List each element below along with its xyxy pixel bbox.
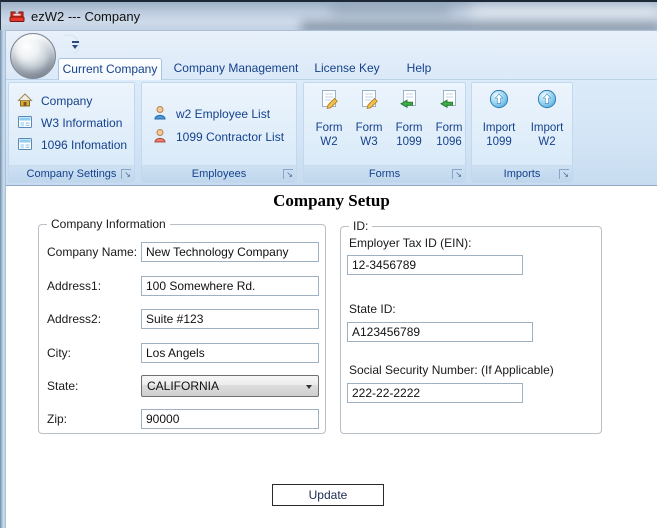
tab-license-key[interactable]: License Key [313,57,381,79]
ssn-label: Social Security Number: (If Applicable) [349,363,554,377]
group-label: Imports [503,168,541,180]
update-button[interactable]: Update [272,484,384,506]
application-orb-icon[interactable] [10,33,56,79]
ribbon-item-w2-employee-list[interactable]: w2 Employee List [152,104,270,124]
ribbon: Current Company Company Management Licen… [6,30,657,186]
content-area: Company Setup Company Information Compan… [6,186,657,528]
id-groupbox: ID: Employer Tax ID (EIN): State ID: Soc… [340,219,602,434]
city-input[interactable] [141,343,319,363]
ribbon-band: Company W3 Information 1096 Infomation C… [6,79,657,186]
person-red-icon [152,128,168,147]
ribbon-item-form-w2[interactable]: Form W2 [310,85,348,148]
ribbon-item-label: 1096 Infomation [41,138,128,152]
zip-input[interactable] [141,409,319,429]
group-label: Company Settings [26,168,117,180]
document-import-icon [390,89,428,114]
page-title: Company Setup [273,191,390,210]
state-select-value: CALIFORNIA [147,379,220,393]
ribbon-item-label: Form 1096 [435,121,463,148]
titlebar-glass-blur [331,3,451,15]
dialog-launcher-icon[interactable] [283,169,293,179]
group-label: Forms [368,168,401,180]
group-employees: w2 Employee List 1099 Contractor List Em… [141,82,297,183]
ribbon-item-label: W3 Information [41,116,123,130]
tab-help[interactable]: Help [400,57,438,79]
group-forms: Form W2 Form W3 Form 1099 Form 1096 Form… [303,82,466,183]
ribbon-item-form-1099[interactable]: Form 1099 [390,85,428,148]
state-select[interactable]: CALIFORNIA [141,375,319,397]
document-edit-icon [350,89,388,114]
document-edit-icon [310,89,348,114]
ein-input[interactable] [347,255,523,275]
ribbon-item-company[interactable]: Company [17,91,92,111]
titlebar-glass-blur [301,21,657,30]
ribbon-item-label: Form W2 [315,121,343,148]
ribbon-item-w3-information[interactable]: W3 Information [17,113,122,133]
company-name-input[interactable] [141,242,319,262]
document-import-icon [430,89,468,114]
ssn-input[interactable] [347,383,523,403]
group-label: Employees [191,168,247,180]
ribbon-item-form-1096[interactable]: Form 1096 [430,85,468,148]
state-id-input[interactable] [347,322,533,342]
application-window: ezW2 --- Company Current Company Company… [0,0,657,528]
ribbon-item-import-1099[interactable]: Import 1099 [476,85,522,148]
ribbon-item-form-w3[interactable]: Form W3 [350,85,388,148]
state-id-label: State ID: [349,302,396,316]
customize-quick-access-icon[interactable] [72,41,82,49]
ribbon-item-label: w2 Employee List [176,107,271,121]
company-name-label: Company Name: [47,245,138,259]
dialog-launcher-icon[interactable] [452,169,462,179]
group-footer-forms: Forms [304,165,465,182]
zip-label: Zip: [47,412,68,426]
import-sphere-icon [476,89,522,114]
ein-label: Employer Tax ID (EIN): [349,236,472,250]
tab-company-management[interactable]: Company Management [173,57,299,79]
ribbon-tab-row: Current Company Company Management Licen… [6,57,657,80]
ribbon-item-label: Import W2 [530,121,564,148]
house-icon [17,92,33,111]
ribbon-item-1096-infomation[interactable]: 1096 Infomation [17,135,127,155]
titlebar-glass-blur [471,6,657,22]
title-bar[interactable]: ezW2 --- Company [0,0,657,30]
address2-label: Address2: [47,312,102,326]
address1-label: Address1: [47,279,102,293]
group-company-settings: Company W3 Information 1096 Infomation C… [8,82,135,183]
group-footer-imports: Imports [472,165,572,182]
import-sphere-icon [524,89,570,114]
ribbon-item-label: 1099 Contractor List [176,130,285,144]
city-label: City: [47,346,71,360]
company-information-groupbox: Company Information Company Name: Addres… [38,217,326,434]
chevron-down-icon [306,385,312,389]
group-footer-company-settings: Company Settings [9,165,134,182]
groupbox-legend: Company Information [47,217,170,231]
group-footer-employees: Employees [142,165,296,182]
dialog-launcher-icon[interactable] [559,169,569,179]
tab-current-company[interactable]: Current Company [58,58,162,80]
form-table-icon [17,114,33,133]
address1-input[interactable] [141,276,319,296]
ribbon-item-import-w2[interactable]: Import W2 [524,85,570,148]
ribbon-item-label: Import 1099 [482,121,516,148]
form-table-icon [17,136,33,155]
person-blue-icon [152,105,168,124]
groupbox-legend: ID: [349,219,373,233]
ezw2-app-icon[interactable] [9,9,25,25]
dialog-launcher-icon[interactable] [121,169,131,179]
ribbon-item-label: Company [41,94,93,108]
ribbon-item-label: Form 1099 [395,121,423,148]
window-title: ezW2 --- Company [31,9,141,24]
group-imports: Import 1099 Import W2 Imports [471,82,573,183]
address2-input[interactable] [141,309,319,329]
state-label: State: [47,379,79,393]
ribbon-item-label: Form W3 [355,121,383,148]
ribbon-item-1099-contractor-list[interactable]: 1099 Contractor List [152,127,284,147]
